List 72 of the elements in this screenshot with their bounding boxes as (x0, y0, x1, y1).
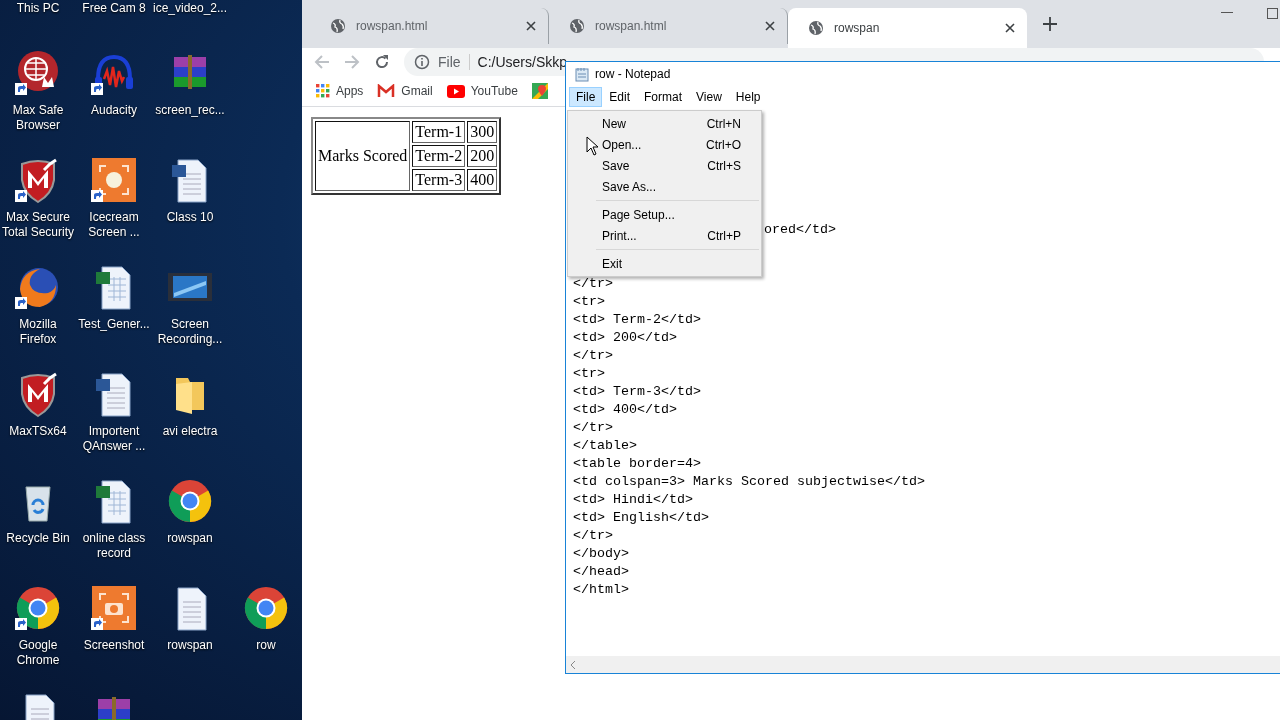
desktop-icon-label[interactable]: Importent QAnswer ... (76, 424, 152, 454)
table-cell: Term-1 (412, 121, 466, 143)
desktop-icon-label[interactable]: rowspan (152, 638, 228, 653)
table-cell: Term-2 (412, 145, 466, 167)
code-line: <td> English</td> (573, 509, 709, 527)
table-cell: Term-3 (412, 169, 466, 191)
bookmark-link[interactable]: YouTube (470, 84, 518, 98)
code-line: <td> Term-3</td> (573, 383, 701, 401)
desktop-icon-label[interactable]: rowspan (152, 531, 228, 546)
desktop-icon-label[interactable]: Google Chrome (0, 638, 76, 668)
code-line: <tr> (573, 293, 605, 311)
desktop-icon-label[interactable]: MaxTSx64 (0, 424, 76, 439)
menu-title[interactable]: File (569, 87, 603, 107)
code-line: ored</td> (764, 221, 836, 239)
desktop-icon-label[interactable]: Free Cam 8 (76, 1, 152, 16)
shortcut-text: Ctrl+N (706, 116, 741, 131)
menu-item[interactable]: Open... Ctrl+O (568, 134, 761, 155)
shortcut-text: Ctrl+O (706, 137, 741, 152)
desktop-icon-label[interactable]: Screen Recording... (152, 317, 228, 347)
code-line: </table> (573, 437, 637, 455)
table-cell: 200 (467, 145, 498, 167)
bookmark-link[interactable]: Gmail (401, 84, 433, 98)
code-line: </tr> (573, 347, 613, 365)
shortcut-text: Ctrl+P (707, 228, 741, 243)
desktop-icon-label[interactable]: Mozilla Firefox (0, 317, 76, 347)
desktop-icon-label[interactable]: ice_video_2... (152, 1, 228, 16)
code-line: <td> Term-2</td> (573, 311, 701, 329)
menu-title[interactable]: Format (637, 87, 690, 107)
menu-item[interactable]: Save Ctrl+S (568, 155, 761, 176)
code-line: </html> (573, 581, 629, 599)
shortcut-text: Ctrl+S (707, 158, 741, 173)
menu-item[interactable]: Exit (568, 253, 761, 274)
bookmark-link[interactable]: Apps (336, 84, 364, 98)
menu-item[interactable]: Print... Ctrl+P (568, 225, 761, 246)
desktop-icon-label[interactable]: Screenshot (76, 638, 152, 653)
desktop-icon-label[interactable]: Audacity (76, 103, 152, 118)
desktop-icon-label[interactable]: Class 10 (152, 210, 228, 225)
code-line: <tr> (573, 365, 605, 383)
menu-item[interactable]: New Ctrl+N (568, 113, 761, 134)
menu-title[interactable]: View (689, 87, 729, 107)
code-line: <td> Hindi</td> (573, 491, 693, 509)
menu-title[interactable]: Edit (602, 87, 638, 107)
desktop-icon-label[interactable]: This PC (0, 1, 76, 16)
url-text: C:/Users/Skkp (477, 54, 568, 70)
browser-tab[interactable]: rowspan.html (310, 8, 549, 44)
desktop-icon-label[interactable]: Max Safe Browser (0, 103, 76, 133)
window-title: row - Notepad (595, 67, 671, 81)
code-line: </tr> (573, 419, 613, 437)
desktop-icon-label[interactable]: screen_rec... (152, 103, 228, 118)
code-line: </tr> (573, 275, 613, 293)
menu-item[interactable]: Page Setup... (568, 204, 761, 225)
code-line: </tr> (573, 527, 613, 545)
desktop-icon-label[interactable]: avi electra (152, 424, 228, 439)
code-line: <td> 400</td> (573, 401, 677, 419)
scheme-label: File (438, 54, 470, 70)
menu-title[interactable]: Help (728, 87, 768, 107)
desktop-icon-label[interactable]: Recycle Bin (0, 531, 76, 546)
desktop-icon-label[interactable]: Max Secure Total Security (0, 210, 76, 240)
table-cell: 300 (467, 121, 498, 143)
desktop-icon-label[interactable]: online class record (76, 531, 152, 561)
code-line: </body> (573, 545, 629, 563)
desktop-icon-label[interactable]: row (228, 638, 304, 653)
menu-item[interactable]: Save As... (568, 176, 761, 197)
table-cell: 400 (467, 169, 498, 191)
desktop-icon-label[interactable]: Test_Gener... (76, 317, 152, 332)
browser-tab[interactable]: rowspan (788, 8, 1027, 48)
code-line: <td> 200</td> (573, 329, 677, 347)
code-line: </head> (573, 563, 629, 581)
table-cell: Marks Scored (315, 121, 411, 191)
code-line: <table border=4> (573, 455, 701, 473)
desktop-icon-label[interactable]: Icecream Screen ... (76, 210, 152, 240)
code-line: <td colspan=3> Marks Scored subjectwise</td> (573, 473, 925, 491)
